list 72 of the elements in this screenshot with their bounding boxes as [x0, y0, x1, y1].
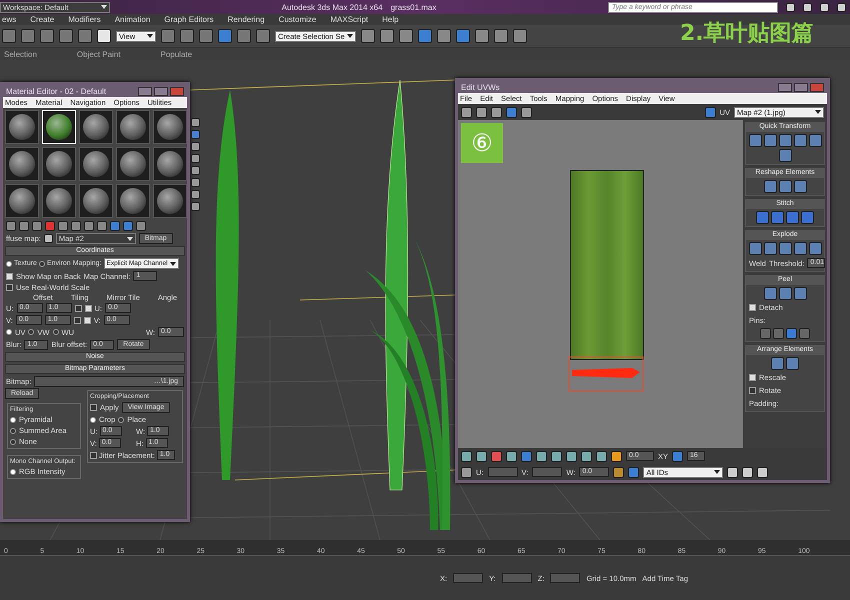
pin-tool-icon[interactable]: [786, 328, 797, 339]
ribbon-tab[interactable]: Selection: [4, 50, 37, 58]
tool-icon[interactable]: [757, 466, 768, 478]
menu-item[interactable]: ews: [2, 15, 16, 24]
toolbar-icon[interactable]: [461, 106, 472, 118]
minimize-button[interactable]: [778, 82, 792, 92]
menu-item[interactable]: Help: [382, 15, 399, 24]
menu-item[interactable]: Rendering: [228, 15, 265, 24]
tool-icon[interactable]: [742, 466, 754, 478]
toolbar-icon[interactable]: [491, 106, 502, 118]
maximize-button[interactable]: [794, 82, 808, 92]
radio-button[interactable]: [10, 438, 16, 444]
tutorial-caption: 2.草叶贴图篇: [680, 20, 814, 48]
apply-checkbox[interactable]: [90, 404, 97, 411]
ribbon-tab[interactable]: Populate: [160, 50, 192, 58]
menu-item[interactable]: Animation: [114, 15, 150, 24]
coord-field[interactable]: [502, 573, 532, 583]
tool-icon[interactable]: [491, 450, 502, 462]
file-name: grass01.max: [390, 2, 436, 12]
window-title: Autodesk 3ds Max 2014 x64: [282, 2, 383, 12]
option-checkbox[interactable]: [749, 374, 756, 381]
window-title: Material Editor - 02 - Default: [6, 86, 106, 96]
tile-checkbox[interactable]: [84, 316, 91, 324]
radio-button[interactable]: [38, 260, 45, 266]
ribbon-tab[interactable]: Object Paint: [76, 50, 120, 58]
menu-item[interactable]: MAXScript: [330, 15, 368, 24]
tile-checkbox[interactable]: [84, 304, 92, 312]
tool-icon[interactable]: [536, 450, 547, 462]
mirror-checkbox[interactable]: [74, 316, 81, 324]
radio-button[interactable]: [28, 329, 34, 335]
window-title: Edit UVWs: [461, 82, 500, 92]
tool-icon[interactable]: [566, 450, 577, 462]
pin-tool-icon[interactable]: [773, 328, 784, 339]
menu-item[interactable]: Customize: [278, 15, 316, 24]
radio-button[interactable]: [10, 428, 16, 434]
radio-button[interactable]: [10, 416, 16, 422]
menu-item[interactable]: Create: [30, 15, 54, 24]
minimize-button[interactable]: [138, 86, 152, 96]
radio-button[interactable]: [6, 329, 12, 335]
maximize-button[interactable]: [154, 86, 168, 96]
toolbar-icon[interactable]: [476, 106, 487, 118]
radio-button[interactable]: [118, 416, 124, 422]
pin-tool-icon[interactable]: [760, 328, 771, 339]
jitter-checkbox[interactable]: [90, 452, 97, 458]
mirror-checkbox[interactable]: [74, 304, 82, 312]
radio-button[interactable]: [52, 329, 59, 335]
close-button[interactable]: [170, 86, 184, 96]
coord-field[interactable]: [488, 467, 518, 477]
radio-button[interactable]: [6, 260, 12, 266]
step-badge: ⑥: [461, 123, 503, 163]
radio-button[interactable]: [90, 416, 96, 422]
checkbox[interactable]: [6, 284, 13, 291]
option-checkbox[interactable]: [749, 387, 756, 394]
tool-icon[interactable]: [596, 450, 607, 462]
checkbox[interactable]: [6, 272, 13, 280]
menu-item[interactable]: Modifiers: [68, 15, 101, 24]
toolbar-icon[interactable]: [97, 29, 111, 43]
tool-icon[interactable]: [551, 450, 562, 462]
tool-icon[interactable]: [461, 450, 472, 462]
toolbar-icon[interactable]: [521, 106, 532, 118]
coord-field[interactable]: [550, 573, 580, 583]
tool-icon[interactable]: [506, 450, 517, 462]
tool-icon[interactable]: [476, 450, 487, 462]
pin-tool-icon[interactable]: [799, 328, 810, 339]
coord-field[interactable]: [453, 573, 484, 583]
detach-checkbox[interactable]: [749, 304, 756, 311]
close-button[interactable]: [810, 82, 824, 92]
coord-field[interactable]: [532, 467, 562, 477]
tool-icon[interactable]: [727, 466, 738, 478]
radio-button[interactable]: [10, 468, 16, 474]
menu-item[interactable]: Graph Editors: [164, 15, 214, 24]
tool-icon[interactable]: [581, 450, 592, 462]
